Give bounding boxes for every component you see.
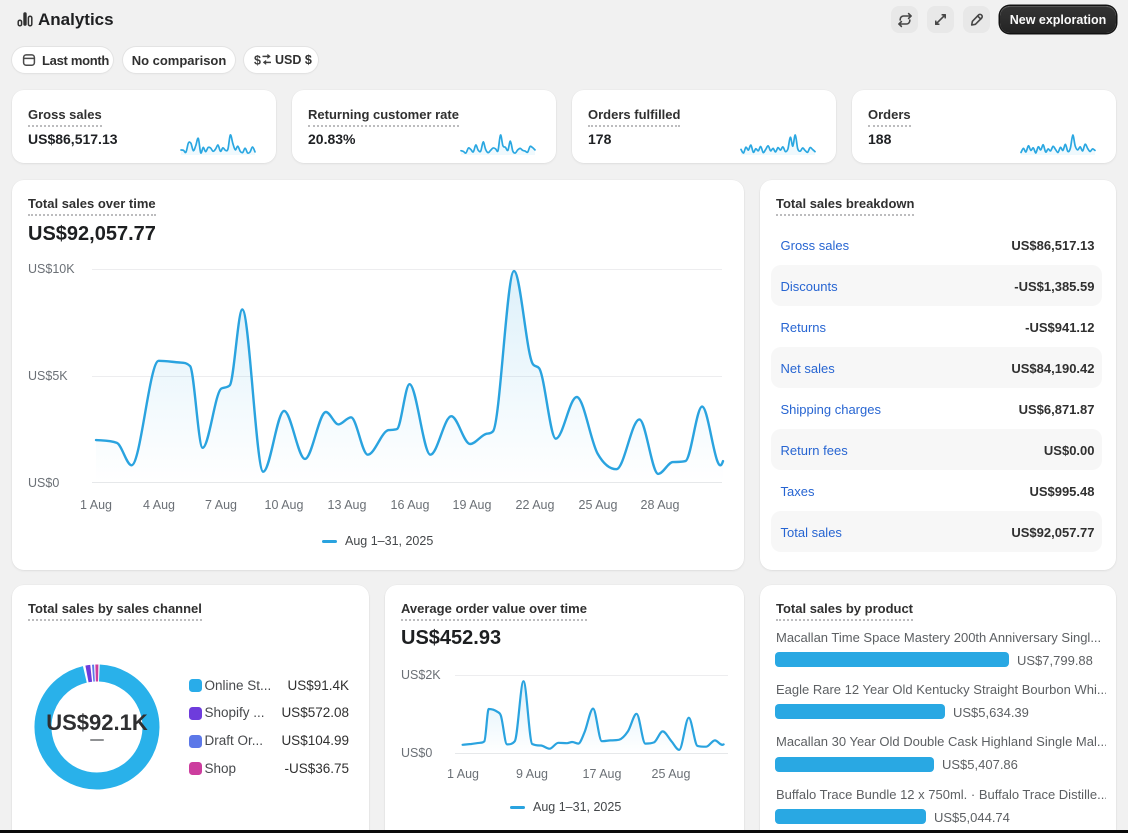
svg-text:$: $ (254, 54, 261, 68)
